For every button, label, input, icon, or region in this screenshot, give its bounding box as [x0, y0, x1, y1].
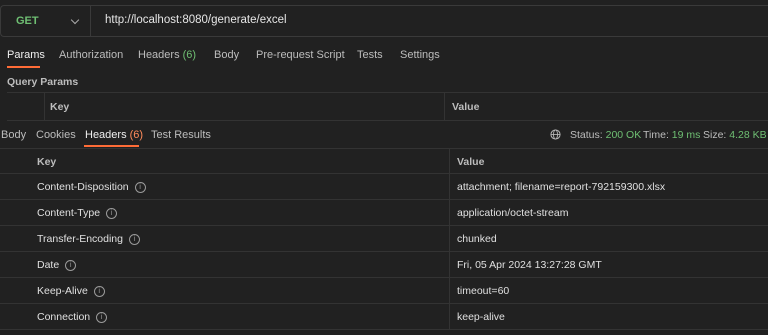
- header-key: Keep-Alive: [37, 285, 88, 297]
- header-value: keep-alive: [457, 311, 505, 323]
- url-input[interactable]: http://localhost:8080/generate/excel: [105, 14, 287, 26]
- header-key: Connection: [37, 311, 91, 323]
- tab-count: (6): [129, 129, 144, 141]
- tab-authorization[interactable]: Authorization: [59, 49, 123, 61]
- query-params-table: [7, 92, 768, 121]
- size-value: 4.28 KB: [729, 129, 767, 141]
- table-row: Date i Fri, 05 Apr 2024 13:27:28 GMT: [0, 252, 768, 278]
- time-readout: Time: 19 ms: [643, 129, 700, 141]
- header-value: application/octet-stream: [457, 207, 569, 219]
- status-readout: Status: 200 OK: [570, 129, 641, 141]
- table-row: Keep-Alive i timeout=60: [0, 278, 768, 304]
- tab-params[interactable]: Params: [7, 49, 45, 61]
- info-icon[interactable]: i: [106, 208, 118, 219]
- value-header: Value: [457, 156, 485, 168]
- response-tab-headers[interactable]: Headers (6): [85, 129, 143, 141]
- response-tab-body[interactable]: Body: [1, 129, 26, 141]
- header-value: timeout=60: [457, 285, 510, 297]
- tab-settings[interactable]: Settings: [400, 49, 440, 61]
- tab-label: Cookies: [36, 129, 76, 141]
- tab-tests[interactable]: Tests: [357, 49, 383, 61]
- response-headers-table: Key Value Content-Disposition i attachmen…: [0, 148, 768, 330]
- tab-label: Body: [214, 49, 240, 61]
- tab-label: Settings: [400, 49, 440, 61]
- tab-pre-request-script[interactable]: Pre-request Script: [256, 49, 345, 61]
- query-params-title: Query Params: [7, 76, 79, 88]
- size-label: Size:: [703, 129, 727, 141]
- header-value: attachment; filename=report-792159300.xl…: [457, 181, 666, 193]
- request-bar: GET http://localhost:8080/generate/excel: [0, 5, 768, 37]
- tab-count: (6): [182, 49, 197, 61]
- table-row: Connection i keep-alive: [0, 304, 768, 330]
- tab-body[interactable]: Body: [214, 49, 239, 61]
- size-readout: Size: 4.28 KB: [703, 129, 767, 141]
- globe-icon[interactable]: [550, 129, 561, 140]
- response-tab-test-results[interactable]: Test Results: [151, 129, 211, 141]
- key-column: [45, 93, 445, 120]
- info-icon[interactable]: i: [96, 312, 108, 323]
- status-value: 200 OK: [605, 129, 642, 141]
- tab-label: Tests: [357, 49, 383, 61]
- tab-label: Headers: [138, 49, 180, 61]
- info-icon[interactable]: i: [93, 286, 105, 297]
- active-tab-indicator: [7, 66, 40, 68]
- header-key: Content-Disposition: [37, 181, 129, 193]
- table-row: Transfer-Encoding i chunked: [0, 226, 768, 252]
- chevron-down-icon: [70, 15, 80, 25]
- tab-label: Test Results: [151, 129, 211, 141]
- key-header: Key: [37, 156, 57, 168]
- header-value: Fri, 05 Apr 2024 13:27:28 GMT: [457, 259, 602, 271]
- header-value: chunked: [457, 233, 497, 245]
- query-key-header: Key: [50, 101, 70, 113]
- header-key: Transfer-Encoding: [37, 233, 123, 245]
- info-icon[interactable]: i: [128, 234, 140, 245]
- header-key: Content-Type: [37, 207, 101, 219]
- active-response-tab-indicator: [84, 145, 139, 147]
- tab-headers[interactable]: Headers (6): [138, 49, 196, 61]
- checkbox-column: [7, 93, 45, 120]
- tab-label: Pre-request Script: [256, 49, 345, 61]
- response-tab-cookies[interactable]: Cookies: [36, 129, 76, 141]
- status-label: Status:: [570, 129, 603, 141]
- method-select[interactable]: GET: [1, 6, 91, 36]
- table-header-row: Key Value: [0, 148, 768, 174]
- tab-label: Headers: [85, 129, 127, 141]
- tab-label: Body: [1, 129, 27, 141]
- tab-label: Authorization: [59, 49, 124, 61]
- time-label: Time:: [643, 129, 669, 141]
- header-key: Date: [37, 259, 60, 271]
- query-value-header: Value: [452, 101, 480, 113]
- info-icon[interactable]: i: [65, 260, 77, 271]
- method-label: GET: [16, 15, 39, 27]
- table-row: Content-Type i application/octet-stream: [0, 200, 768, 226]
- table-row: Content-Disposition i attachment; filenam…: [0, 174, 768, 200]
- info-icon[interactable]: i: [134, 182, 146, 193]
- time-value: 19 ms: [671, 129, 701, 141]
- tab-label: Params: [7, 49, 45, 61]
